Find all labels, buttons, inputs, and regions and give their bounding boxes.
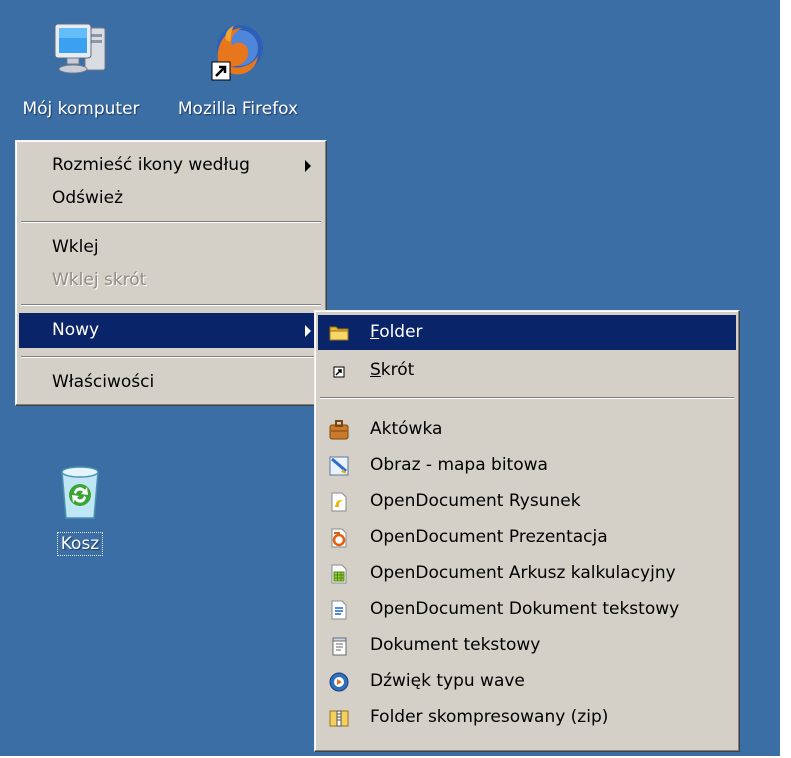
menu-separator [320,397,734,399]
menu-item-label: Nowy [52,320,100,340]
submenu-item-bitmap[interactable]: Obraz - mapa bitowa [318,448,736,483]
submenu-item-briefcase[interactable]: Aktówka [318,412,736,447]
briefcase-icon [328,419,350,441]
submenu-arrow-icon [305,325,311,337]
submenu-item-od-presentation[interactable]: OpenDocument Prezentacja [318,520,736,555]
submenu-item-od-spreadsheet[interactable]: OpenDocument Arkusz kalkulacyjny [318,556,736,591]
menu-item-label: Odśwież [52,188,124,208]
desktop-context-menu: Rozmieść ikony według Odśwież Wklej Wkle… [15,140,327,406]
submenu-item-folder[interactable]: Folder [318,315,736,350]
menu-item-label: OpenDocument Prezentacja [370,527,608,547]
menu-item-label: Dźwięk typu wave [370,671,525,691]
shortcut-icon [328,360,350,382]
zip-folder-icon [328,707,350,729]
menu-separator [21,221,321,223]
my-computer-icon [51,20,111,84]
menu-item-label: Wklej [52,237,99,257]
screenshot: Mój komputer Mozilla Firefox Kosz Rozmie… [0,0,791,758]
menu-item-label: Wklej skrót [52,270,147,290]
submenu-arrow-icon [305,160,311,172]
desktop-icon-label: Kosz [56,532,104,556]
submenu-item-wave-sound[interactable]: Dźwięk typu wave [318,664,736,699]
submenu-item-text-document[interactable]: Dokument tekstowy [318,628,736,663]
desktop-icon-label: Mozilla Firefox [177,99,299,119]
submenu-item-od-text-document[interactable]: OpenDocument Dokument tekstowy [318,592,736,627]
menu-item-label: Folder [370,322,423,342]
menu-item-label: Rozmieść ikony według [52,155,250,175]
desktop-icon-my-computer[interactable]: Mój komputer [16,20,146,120]
desktop[interactable]: Mój komputer Mozilla Firefox Kosz Rozmie… [0,0,780,756]
od-drawing-icon [328,491,350,513]
menu-separator [21,304,321,306]
bitmap-icon [328,455,350,477]
menu-item-label: Folder skompresowany (zip) [370,707,609,727]
recycle-bin-icon [50,462,110,524]
folder-icon [328,322,350,344]
menu-item-paste[interactable]: Wklej [19,230,323,265]
menu-item-label: OpenDocument Dokument tekstowy [370,599,680,619]
desktop-icon-label: Mój komputer [22,99,140,119]
od-spreadsheet-icon [328,563,350,585]
menu-item-properties[interactable]: Właściwości [19,365,323,400]
desktop-icon-firefox[interactable]: Mozilla Firefox [173,20,303,120]
firefox-icon [208,20,268,84]
menu-item-label: Dokument tekstowy [370,635,541,655]
text-document-icon [328,635,350,657]
menu-item-paste-shortcut: Wklej skrót [19,263,323,298]
menu-item-label: Skrót [370,360,415,380]
submenu-item-od-drawing[interactable]: OpenDocument Rysunek [318,484,736,519]
od-text-document-icon [328,599,350,621]
submenu-item-shortcut[interactable]: Skrót [318,353,736,388]
menu-item-new[interactable]: Nowy [19,313,323,348]
menu-item-arrange-icons[interactable]: Rozmieść ikony według [19,148,323,183]
new-submenu: Folder Skrót Aktówka Obraz - mapa bitowa… [314,310,740,752]
menu-item-refresh[interactable]: Odśwież [19,181,323,216]
wave-sound-icon [328,671,350,693]
menu-item-label: OpenDocument Arkusz kalkulacyjny [370,563,676,583]
menu-separator [21,356,321,358]
desktop-icon-recycle-bin[interactable]: Kosz [20,462,140,556]
menu-item-label: Aktówka [370,419,443,439]
menu-item-label: OpenDocument Rysunek [370,491,581,511]
od-presentation-icon [328,527,350,549]
submenu-item-zip-folder[interactable]: Folder skompresowany (zip) [318,700,736,735]
menu-item-label: Obraz - mapa bitowa [370,455,548,475]
menu-item-label: Właściwości [52,372,155,392]
